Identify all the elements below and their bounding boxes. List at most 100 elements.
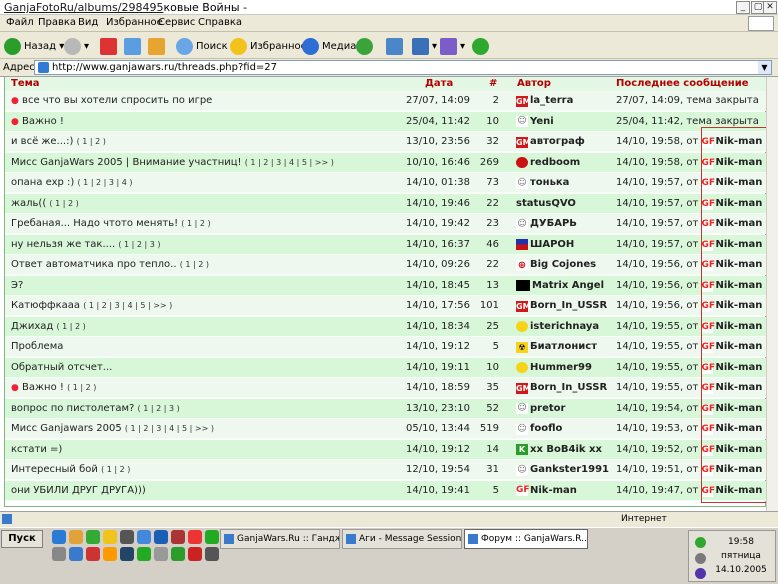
author-link[interactable]: тонька [530,173,569,193]
favorites-button[interactable]: Избранное [230,36,307,56]
close-button[interactable]: ✕ [763,1,777,14]
table-row[interactable]: Мисс Ganjawars 2005 ( 1 | 2 | 3 | 4 | 5 … [5,419,767,439]
page-links[interactable]: ( 1 | 2 | 3 | 4 | 5 | >> ) [245,158,334,167]
topic-link[interactable]: Мисс Ganjawars 2005 [11,423,122,434]
quick-launch-icon[interactable] [205,530,219,544]
last-author-link[interactable]: Nik-man [715,382,762,393]
last-author-link[interactable]: Nik-man [715,321,762,332]
page-links[interactable]: ( 1 | 2 ) [77,137,106,146]
stop-button[interactable] [100,36,120,56]
page-links[interactable]: ( 1 | 2 ) [180,260,209,269]
page-links[interactable]: ( 1 | 2 | 3 ) [138,404,180,413]
address-input[interactable]: http://www.ganjawars.ru/threads.php?fid=… [34,60,772,75]
author-link[interactable]: ДУБАРЬ [530,214,577,234]
font-button[interactable]: ▾ [412,36,437,56]
menu-file[interactable]: Файл [6,17,34,28]
quick-launch-icon[interactable] [205,547,219,561]
last-author-link[interactable]: Nik-man [715,362,762,373]
table-row[interactable]: Ответ автоматчика про тепло.. ( 1 | 2 ) 1… [5,255,767,275]
last-author-link[interactable]: Nik-man [715,464,762,475]
author-link[interactable]: xx BoB4ik xx [530,440,602,460]
quick-launch-icon[interactable] [137,530,151,544]
quick-launch-icon[interactable] [69,547,83,561]
table-row[interactable]: Мисс GanjaWars 2005 | Внимание участниц!… [5,152,767,173]
quick-launch-icon[interactable] [171,530,185,544]
author-link[interactable]: ШАРОН [530,235,574,255]
back-button[interactable]: Назад ▾ [4,36,64,56]
topic-link[interactable]: и всё же...:) [11,136,73,147]
topic-link[interactable]: Интересный бой [11,464,98,475]
network-icon[interactable] [695,553,706,564]
table-row[interactable]: ну нельзя же так.... ( 1 | 2 | 3 ) 14/10,… [5,234,767,255]
page-links[interactable]: ( 1 | 2 | 3 | 4 ) [78,178,133,187]
last-author-link[interactable]: Nik-man [715,239,762,250]
icq-icon[interactable] [695,537,706,548]
table-row[interactable]: они УБИЛИ ДРУГ ДРУГА))) 14/10, 19:41 5 GF Ni… [5,480,767,501]
topic-link[interactable]: вопрос по пистолетам? [11,403,134,414]
topic-link[interactable]: Гребаная... Надо чтото менять! [11,218,178,229]
refresh-button[interactable] [124,36,144,56]
search-button[interactable]: Поиск [176,36,228,56]
task-message-session[interactable]: Аги - Message Session (... [342,529,462,549]
menu-tools[interactable]: Сервис [158,17,195,28]
last-author-link[interactable]: Nik-man [715,280,762,291]
table-row[interactable]: Катюффкааа ( 1 | 2 | 3 | 4 | 5 | >> ) 14/… [5,296,767,316]
page-links[interactable]: ( 1 | 2 | 3 | 4 | 5 | >> ) [125,424,214,433]
quick-launch-icon[interactable] [154,530,168,544]
minimize-button[interactable]: _ [736,1,750,14]
author-link[interactable]: Matrix Angel [532,276,604,296]
author-link[interactable]: redboom [530,153,580,173]
quick-launch-icon[interactable] [188,530,202,544]
topic-link[interactable]: все что вы хотели спросить по игре [22,95,212,106]
topic-link[interactable]: опана exp :) [11,177,74,188]
history-button[interactable] [356,36,376,56]
table-row[interactable]: Гребаная... Надо чтото менять! ( 1 | 2 )… [5,214,767,234]
table-row[interactable]: жаль(( ( 1 | 2 ) 14/10, 19:46 22 statusQVO 1… [5,193,767,214]
topic-link[interactable]: жаль(( [11,198,46,209]
home-button[interactable] [148,36,168,56]
last-author-link[interactable]: Nik-man [715,423,762,434]
header-last[interactable]: Последнее сообщение [616,77,749,90]
table-row[interactable]: ● Важно ! ( 1 | 2 ) 14/10, 18:59 35 GM Born_… [5,378,767,398]
author-link[interactable]: Born_In_USSR [530,378,607,398]
topic-link[interactable]: Катюффкааа [11,300,80,311]
table-row[interactable]: ● Важно ! 25/04, 11:42 10 ☺ Yeni 25/04, 11:42… [5,111,767,132]
last-author-link[interactable]: Nik-man [715,341,762,352]
quick-launch-icon[interactable] [137,547,151,561]
messenger-button[interactable] [472,36,492,56]
last-author-link[interactable]: Nik-man [715,157,762,168]
table-row[interactable]: и всё же...:) ( 1 | 2 ) 13/10, 23:56 32 GM а… [5,132,767,152]
table-row[interactable]: Джихад ( 1 | 2 ) 14/10, 18:34 25 isterichna… [5,316,767,337]
task-forum[interactable]: Форум :: GanjaWars.R... [464,529,588,549]
last-author-link[interactable]: Nik-man [715,198,762,209]
last-author-link[interactable]: Nik-man [715,218,762,229]
page-links[interactable]: ( 1 | 2 ) [67,383,96,392]
author-link[interactable]: isterichnaya [530,317,599,337]
last-author-link[interactable]: Nik-man [715,136,762,147]
author-link[interactable]: Big Cojones [530,255,596,275]
address-dropdown-icon[interactable]: ▼ [758,61,771,74]
quick-launch-icon[interactable] [154,547,168,561]
page-links[interactable]: ( 1 | 2 ) [49,199,78,208]
topic-link[interactable]: Важно ! [22,382,64,393]
quick-launch-icon[interactable] [86,530,100,544]
lang-icon[interactable] [695,568,706,579]
author-link[interactable]: Gankster1991 [530,460,609,480]
author-link[interactable]: statusQVO [516,194,576,214]
last-author-link[interactable]: Nik-man [715,177,762,188]
author-link[interactable]: автограф [530,132,585,152]
quick-launch-icon[interactable] [120,530,134,544]
table-row[interactable]: ● все что вы хотели спросить по игре 27/0… [5,91,767,111]
page-links[interactable]: ( 1 | 2 | 3 ) [118,240,160,249]
quick-launch-icon[interactable] [120,547,134,561]
media-button[interactable]: Медиа [302,36,356,56]
author-link[interactable]: Nik-man [530,481,577,501]
last-author-link[interactable]: Nik-man [715,300,762,311]
topic-link[interactable]: кстати =) [11,444,62,455]
quick-launch-icon[interactable] [171,547,185,561]
topic-link[interactable]: Важно ! [22,116,64,127]
mail-button[interactable] [386,36,406,56]
table-row[interactable]: Э? 14/10, 18:45 13 Matrix Angel 14/10, 19:56… [5,275,767,296]
header-topic[interactable]: Тема [11,77,40,90]
quick-launch-icon[interactable] [188,547,202,561]
